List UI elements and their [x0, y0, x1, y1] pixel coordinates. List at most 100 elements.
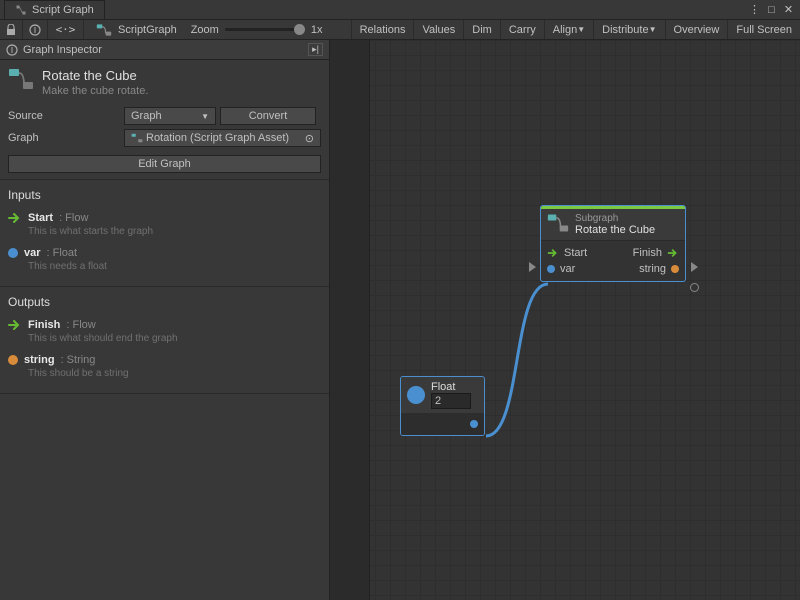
inputs-title: Inputs	[8, 188, 321, 202]
float-type-icon	[407, 386, 425, 404]
float-port-icon[interactable]	[547, 265, 555, 273]
lock-icon	[6, 24, 16, 36]
flow-in-port[interactable]	[526, 261, 538, 273]
float-port-icon	[8, 248, 18, 258]
input-type: : Float	[47, 247, 78, 259]
float-node[interactable]: Float	[400, 376, 485, 436]
connection-wire	[482, 280, 552, 440]
svg-text:i: i	[11, 44, 13, 56]
input-desc: This is what starts the graph	[28, 226, 321, 237]
input-name: var	[24, 247, 41, 259]
zoom-slider[interactable]	[225, 28, 305, 31]
output-item: Finish : Flow This is what should end th…	[8, 315, 321, 350]
graph-subtitle: Make the cube rotate.	[42, 85, 148, 97]
breadcrumb[interactable]: ScriptGraph	[84, 20, 183, 39]
node-category: Subgraph	[575, 213, 655, 224]
output-name: string	[24, 354, 55, 366]
code-button[interactable]: <·>	[48, 20, 84, 39]
chevron-down-icon: ▼	[201, 112, 209, 121]
output-type: : String	[61, 354, 96, 366]
flow-arrow-icon	[667, 248, 679, 258]
input-item: Start : Flow This is what starts the gra…	[8, 208, 321, 243]
chevron-down-icon: ▼	[649, 25, 657, 34]
align-dropdown[interactable]: Align ▼	[544, 20, 593, 39]
distribute-dropdown[interactable]: Distribute ▼	[593, 20, 664, 39]
script-graph-icon	[8, 68, 34, 90]
string-port-icon	[8, 355, 18, 365]
triangle-icon	[691, 262, 698, 272]
overview-button[interactable]: Overview	[665, 20, 728, 39]
zoom-control: Zoom 1x	[183, 24, 331, 36]
inspector-header-label: Graph Inspector	[23, 44, 102, 56]
menu-icon[interactable]: ⋮	[747, 3, 762, 16]
info-icon: i	[29, 24, 41, 36]
zoom-label: Zoom	[191, 24, 219, 36]
lock-button[interactable]	[0, 20, 23, 39]
node-title: Float	[431, 381, 471, 393]
window-buttons: ⋮ □ ✕	[747, 3, 796, 16]
window-tab[interactable]: Script Graph	[4, 0, 105, 19]
window-titlebar: Script Graph ⋮ □ ✕	[0, 0, 800, 20]
graph-canvas[interactable]: Float Subgraph Rotate the Cube	[330, 40, 800, 600]
fullscreen-button[interactable]: Full Screen	[727, 20, 800, 39]
graph-label: Graph	[8, 132, 120, 144]
canvas-gutter	[330, 40, 370, 600]
inputs-section: Inputs Start : Flow This is what starts …	[0, 180, 329, 287]
graph-title-section: Rotate the Cube Make the cube rotate.	[0, 60, 329, 101]
output-type: : Flow	[66, 319, 95, 331]
output-name: Finish	[28, 319, 60, 331]
output-port[interactable]	[470, 420, 478, 428]
circle-icon	[690, 283, 699, 292]
flow-arrow-icon	[8, 213, 22, 223]
script-graph-icon	[131, 133, 143, 143]
edit-graph-button[interactable]: Edit Graph	[8, 155, 321, 173]
graph-asset-field[interactable]: Rotation (Script Graph Asset) ⊙	[124, 129, 321, 147]
breadcrumb-label: ScriptGraph	[118, 24, 177, 36]
collapse-button[interactable]: ▸|	[308, 43, 323, 56]
subgraph-node[interactable]: Subgraph Rotate the Cube Start Finish	[540, 205, 686, 282]
port-label: string	[639, 263, 666, 275]
input-name: Start	[28, 212, 53, 224]
outputs-title: Outputs	[8, 295, 321, 309]
flow-arrow-icon	[547, 248, 559, 258]
chevron-down-icon: ▼	[577, 25, 585, 34]
script-graph-icon	[96, 23, 112, 37]
input-desc: This needs a float	[28, 261, 321, 272]
carry-button[interactable]: Carry	[500, 20, 544, 39]
string-out-port[interactable]	[688, 281, 700, 293]
inspector-header: i Graph Inspector ▸|	[0, 40, 329, 60]
maximize-icon[interactable]: □	[764, 3, 779, 16]
output-desc: This should be a string	[28, 368, 321, 379]
flow-arrow-icon	[8, 320, 22, 330]
graph-icon	[15, 4, 27, 16]
info-icon: i	[6, 44, 18, 56]
triangle-icon	[529, 262, 536, 272]
source-label: Source	[8, 110, 120, 122]
inspector-panel: i Graph Inspector ▸| Rotate the Cube Mak…	[0, 40, 330, 600]
port-label: Finish	[633, 247, 662, 259]
object-picker-icon[interactable]: ⊙	[305, 132, 314, 145]
port-label: var	[560, 263, 575, 275]
float-value-input[interactable]	[431, 393, 471, 409]
slider-handle[interactable]	[294, 24, 305, 35]
flow-out-port[interactable]	[688, 261, 700, 273]
info-button[interactable]: i	[23, 20, 48, 39]
close-icon[interactable]: ✕	[781, 3, 796, 16]
source-dropdown[interactable]: Graph ▼	[124, 107, 216, 125]
code-icon: <·>	[56, 23, 76, 36]
values-button[interactable]: Values	[413, 20, 463, 39]
output-desc: This is what should end the graph	[28, 333, 321, 344]
output-item: string : String This should be a string	[8, 350, 321, 385]
outputs-section: Outputs Finish : Flow This is what shoul…	[0, 287, 329, 394]
properties: Source Graph ▼ Convert Graph Rotation (S…	[0, 101, 329, 180]
relations-button[interactable]: Relations	[351, 20, 414, 39]
string-port-icon[interactable]	[671, 265, 679, 273]
dim-button[interactable]: Dim	[463, 20, 500, 39]
script-graph-icon	[547, 213, 569, 233]
port-label: Start	[564, 247, 587, 259]
tab-title: Script Graph	[32, 4, 94, 16]
toolbar: i <·> ScriptGraph Zoom 1x Relations Valu…	[0, 20, 800, 40]
input-item: var : Float This needs a float	[8, 243, 321, 278]
svg-text:i: i	[34, 24, 36, 36]
convert-button[interactable]: Convert	[220, 107, 316, 125]
